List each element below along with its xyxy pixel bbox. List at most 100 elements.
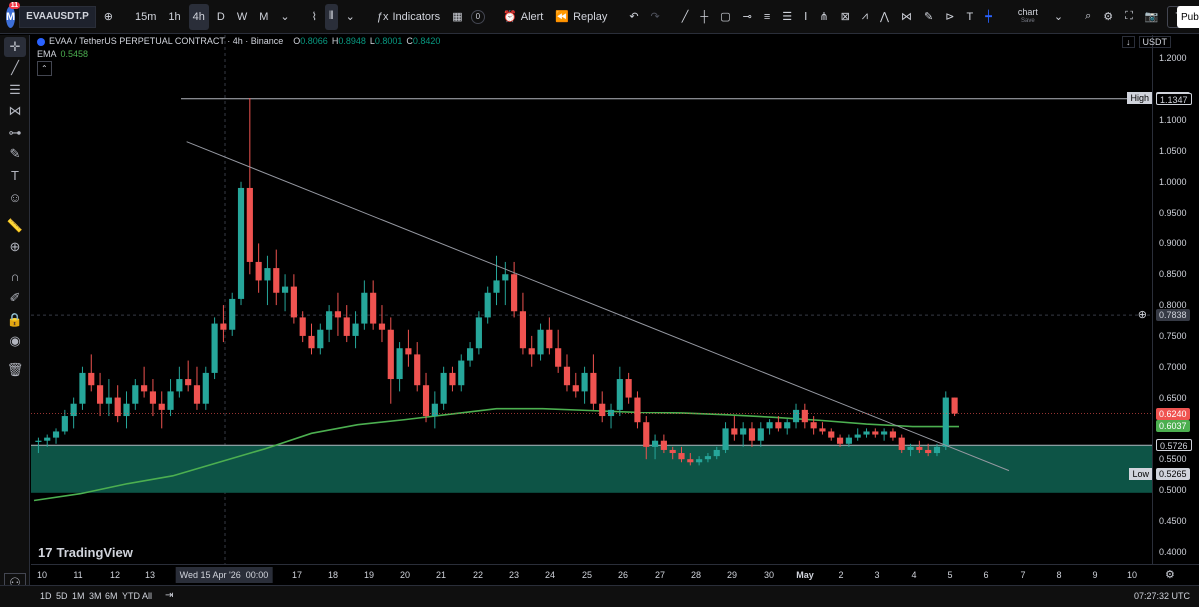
price-tick-label: 0.9000 xyxy=(1159,238,1187,249)
xabcd-pattern-icon[interactable]: ⩘ xyxy=(858,4,872,30)
interval-dropdown-icon[interactable]: ⌄ xyxy=(276,4,293,30)
candle-body xyxy=(942,397,949,447)
elliott-wave-icon[interactable]: ⋈ xyxy=(897,4,916,30)
brush-icon[interactable]: ✎ xyxy=(4,144,26,164)
settings-gear-icon[interactable]: ⚙ xyxy=(1099,4,1117,30)
date-range-icon[interactable]: ⇥ xyxy=(165,590,173,601)
compare-symbol-icon[interactable]: ⊕ xyxy=(100,4,117,30)
candle-body xyxy=(326,311,333,330)
chart-pane[interactable]: EVAA / TetherUS PERPETUAL CONTRACT · 4h … xyxy=(31,35,1152,564)
redo-icon[interactable]: ↷ xyxy=(647,4,664,30)
ruler-icon[interactable]: 📏 xyxy=(4,216,26,236)
publish-button[interactable]: Publi xyxy=(1177,6,1199,28)
download-icon[interactable]: ↓ xyxy=(1122,36,1135,48)
magnet-icon[interactable]: ∩ xyxy=(4,266,26,286)
utc-clock[interactable]: 07:27:32 UTC xyxy=(1134,591,1190,601)
candle-body xyxy=(141,385,148,392)
time-tick-label: 22 xyxy=(472,570,484,580)
price-axis[interactable]: 1.2000 1.1000 1.0500 1.0000 0.9500 0.9000 0.85… xyxy=(1152,35,1199,564)
arrow-tool-icon[interactable]: ⊳ xyxy=(941,4,958,30)
layout-save-button[interactable]: chart Save xyxy=(1010,4,1046,30)
prediction-tools-icon[interactable]: ⊶ xyxy=(4,123,26,143)
zoom-in-icon[interactable]: ⊕ xyxy=(4,237,26,257)
range-6m[interactable]: 6M xyxy=(105,591,118,601)
candle-body xyxy=(854,434,861,438)
crosshair-tool-icon[interactable]: ┿ xyxy=(981,4,996,30)
ema-label[interactable]: EMA xyxy=(37,48,57,61)
candle-body xyxy=(907,446,914,450)
line-chart-type-icon[interactable]: ⌇ xyxy=(308,4,321,30)
quick-search-icon[interactable]: ⌕ xyxy=(1081,4,1095,30)
camera-snapshot-icon[interactable]: 📷 xyxy=(1141,4,1163,30)
fib-retracement-icon[interactable]: ☰ xyxy=(778,4,796,30)
candle-body xyxy=(845,437,852,444)
candle-body xyxy=(149,391,157,404)
range-1m[interactable]: 1M xyxy=(72,591,85,601)
lock-icon[interactable]: 🔒 xyxy=(4,310,26,330)
range-1d[interactable]: 1D xyxy=(40,591,52,601)
trash-icon[interactable]: 🗑 xyxy=(4,360,26,380)
interval-15m[interactable]: 15m xyxy=(131,4,160,30)
interval-d[interactable]: D xyxy=(213,4,229,30)
brush-tool-icon[interactable]: ✎ xyxy=(920,4,937,30)
fib-tools-icon[interactable]: ☰ xyxy=(4,80,26,100)
range-all[interactable]: All xyxy=(142,591,152,601)
currency-selector[interactable]: USDT xyxy=(1138,36,1171,48)
rectangle-tool-icon[interactable]: ▢ xyxy=(716,4,734,30)
candle-body xyxy=(546,329,553,349)
pitchfork-icon[interactable]: ⋔ xyxy=(815,4,832,30)
trend-line-tool-icon[interactable]: ╱ xyxy=(678,4,693,30)
time-tick-label: May xyxy=(796,570,814,580)
close-value: 0.8420 xyxy=(412,36,441,46)
head-shoulders-icon[interactable]: ⋀ xyxy=(876,4,893,30)
parallel-channel-icon[interactable]: ≡ xyxy=(760,4,774,30)
range-5d[interactable]: 5D xyxy=(56,591,68,601)
crosshair-cursor-icon[interactable]: ✛ xyxy=(4,37,26,57)
text-tool-icon[interactable]: Ⅰ xyxy=(800,4,811,30)
time-tick-label: 6 xyxy=(983,570,989,580)
candle-chart-type-icon[interactable]: ⫴ xyxy=(325,3,338,30)
time-axis-settings-icon[interactable]: ⚙ xyxy=(1165,568,1175,581)
stay-drawing-mode-icon[interactable]: ✐ xyxy=(4,288,26,308)
emoji-icon[interactable]: ☺ xyxy=(4,187,26,207)
price-chart[interactable] xyxy=(31,35,1152,564)
candle-body xyxy=(810,422,817,429)
ray-tool-icon[interactable]: ┼ xyxy=(696,4,712,30)
chart-legend: EVAA / TetherUS PERPETUAL CONTRACT · 4h … xyxy=(37,35,440,76)
interval-1h[interactable]: 1h xyxy=(164,4,184,30)
pattern-tools-icon[interactable]: ⋈ xyxy=(4,101,26,121)
time-tick-label: 23 xyxy=(508,570,520,580)
candle-body xyxy=(572,385,579,392)
time-axis[interactable]: 10 11 12 13 17 18 19 20 21 22 23 24 25 26 27 28 29 30 May 2… xyxy=(31,564,1199,584)
indicator-count-badge: 0 xyxy=(470,9,486,24)
interval-m[interactable]: M xyxy=(255,4,272,30)
undo-icon[interactable]: ↶ xyxy=(625,4,642,30)
measure-icon[interactable]: ⊠ xyxy=(837,4,854,30)
collapse-legend-icon[interactable]: ⌃ xyxy=(37,61,52,76)
annotation-tool-icon[interactable]: T xyxy=(962,4,977,30)
low-label: Low xyxy=(1129,467,1152,480)
candle-body xyxy=(801,409,808,423)
symbol-search-button[interactable]: EVAAUSDT.P xyxy=(19,5,96,28)
eye-icon[interactable]: ◉ xyxy=(4,331,26,351)
fullscreen-icon[interactable]: ⛶ xyxy=(1121,4,1137,30)
candle-body xyxy=(237,187,245,299)
horizontal-ray-icon[interactable]: ⊸ xyxy=(739,4,756,30)
trend-line-icon[interactable]: ╱ xyxy=(4,58,26,78)
templates-icon[interactable]: ▦ xyxy=(448,4,466,30)
chart-type-dropdown-icon[interactable]: ⌄ xyxy=(342,4,359,30)
candle-body xyxy=(475,317,482,349)
app-logo[interactable]: M 11 xyxy=(6,1,21,28)
layout-dropdown-icon[interactable]: ⌄ xyxy=(1050,4,1067,30)
text-icon[interactable]: T xyxy=(4,165,26,185)
indicators-button[interactable]: ƒx Indicators xyxy=(373,4,444,30)
alert-button[interactable]: ⏰ Alert xyxy=(499,4,547,30)
replay-button[interactable]: ⏪ Replay xyxy=(551,4,611,30)
time-tick-label: 21 xyxy=(435,570,447,580)
range-3m[interactable]: 3M xyxy=(89,591,102,601)
interval-w[interactable]: W xyxy=(233,4,251,30)
interval-4h[interactable]: 4h xyxy=(188,3,209,30)
add-alert-icon[interactable]: ⊕ xyxy=(1135,309,1150,321)
high-label: High xyxy=(1127,91,1152,104)
range-ytd[interactable]: YTD xyxy=(122,591,140,601)
